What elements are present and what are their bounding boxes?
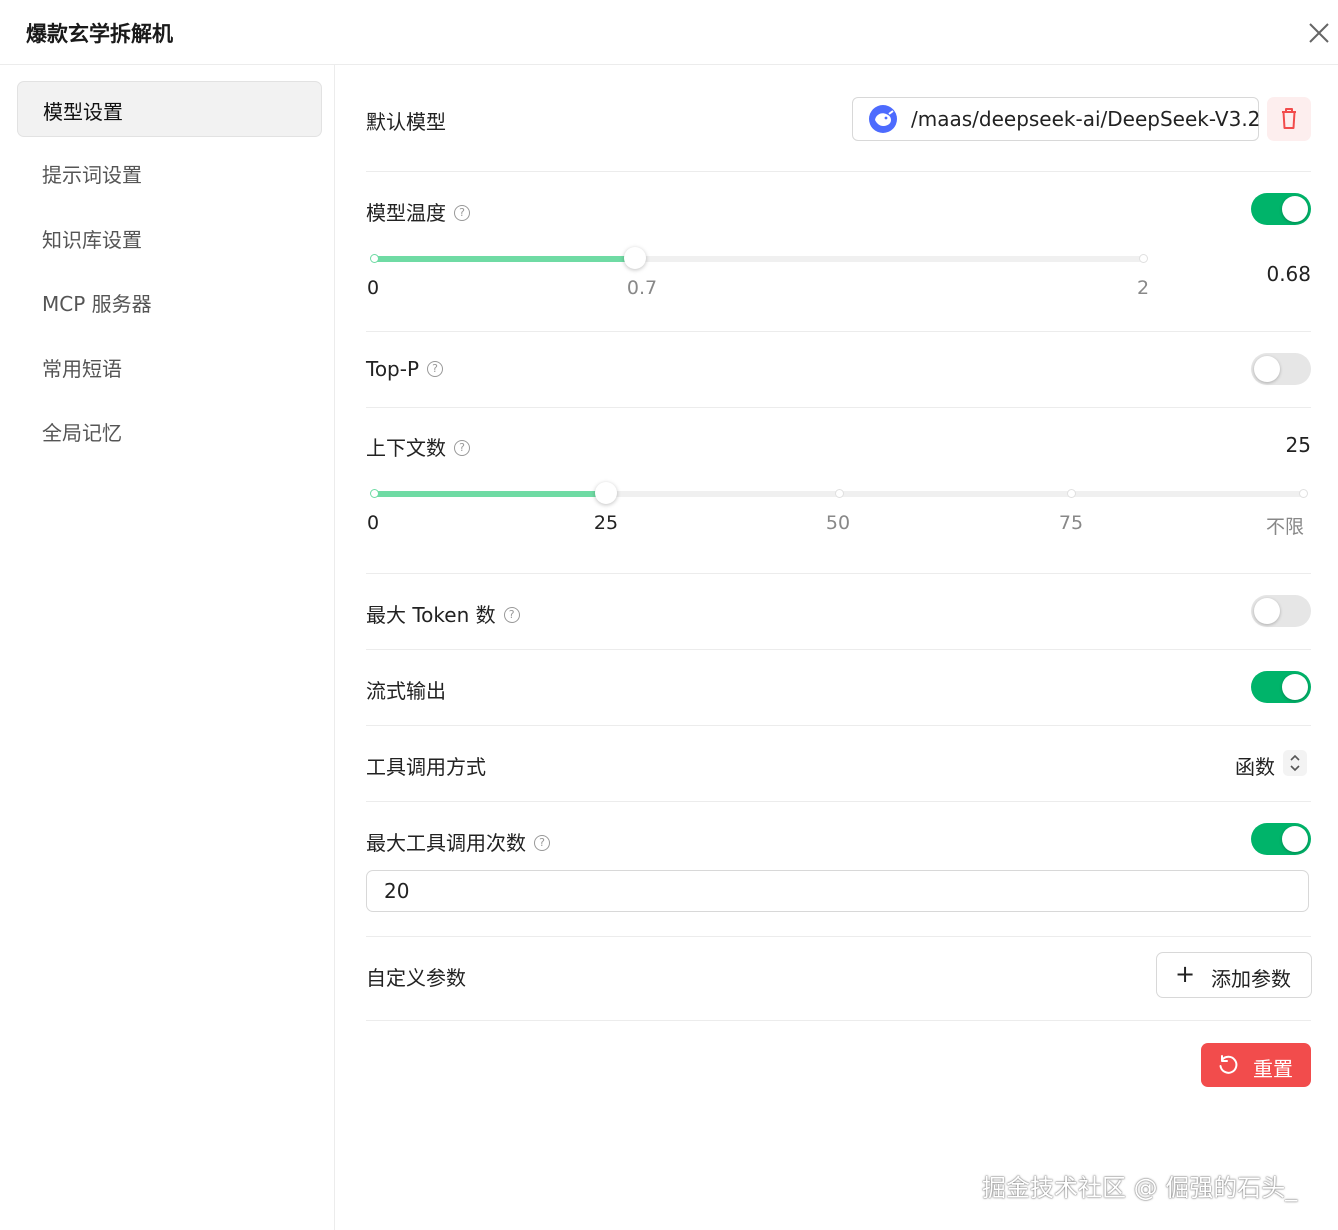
default-model-selector[interactable]: /maas/deepseek-ai/DeepSeek-V3.2	[852, 97, 1261, 141]
stream-output-label: 流式输出	[366, 679, 446, 703]
max-tokens-toggle[interactable]	[1251, 595, 1311, 627]
sidebar-item-quick-phrases[interactable]: 常用短语	[17, 339, 320, 393]
add-param-label: 添加参数	[1211, 967, 1291, 991]
dialog-title: 爆款玄学拆解机	[26, 22, 173, 46]
sidebar-item-mcp-servers[interactable]: MCP 服务器	[17, 274, 320, 328]
slider-tick-label: 2	[1136, 277, 1150, 299]
chevron-up-down-icon	[1283, 750, 1307, 776]
delete-model-button[interactable]	[1267, 97, 1311, 141]
help-icon[interactable]: ?	[427, 360, 444, 377]
sidebar-item-label: 全局记忆	[42, 421, 122, 445]
settings-content: 默认模型 /maas/deepseek-ai/DeepSeek-V3.2 模型温…	[335, 65, 1338, 1230]
max-tokens-label: 最大 Token 数?	[366, 599, 520, 628]
help-icon[interactable]: ?	[454, 439, 470, 456]
settings-sidebar: 模型设置 提示词设置 知识库设置 MCP 服务器 常用短语 全局记忆	[0, 65, 335, 1230]
slider-track-fill	[373, 491, 606, 497]
max-tool-calls-label: 最大工具调用次数?	[366, 827, 550, 856]
slider-tick-label: 50	[825, 512, 851, 534]
context-count-label: 上下文数?	[366, 432, 470, 461]
reset-label: 重置	[1253, 1057, 1293, 1081]
divider	[366, 936, 1311, 937]
sidebar-item-label: 知识库设置	[42, 228, 142, 252]
slider-tick-label: 0.7	[626, 277, 658, 299]
slider-mark	[1299, 489, 1308, 498]
close-icon[interactable]	[1304, 18, 1334, 48]
divider	[366, 573, 1311, 574]
trash-icon	[1282, 108, 1296, 129]
max-tool-calls-input[interactable]	[366, 870, 1309, 912]
help-icon[interactable]: ?	[534, 834, 550, 851]
divider	[366, 1020, 1311, 1021]
divider	[366, 649, 1311, 650]
slider-tick-label: 0	[366, 512, 380, 534]
sidebar-item-label: 模型设置	[43, 100, 123, 124]
divider	[366, 407, 1311, 408]
custom-params-label: 自定义参数	[366, 966, 466, 990]
sidebar-item-global-memory[interactable]: 全局记忆	[17, 403, 320, 457]
sidebar-item-knowledge-base[interactable]: 知识库设置	[17, 210, 320, 264]
stream-output-toggle[interactable]	[1251, 671, 1311, 703]
default-model-value: /maas/deepseek-ai/DeepSeek-V3.2	[911, 107, 1261, 131]
sidebar-item-model-settings[interactable]: 模型设置	[17, 81, 322, 137]
slider-track-fill	[373, 256, 635, 262]
help-icon[interactable]: ?	[454, 204, 470, 221]
temperature-toggle[interactable]	[1251, 193, 1311, 225]
sidebar-item-label: 提示词设置	[42, 163, 142, 187]
tool-call-mode-select[interactable]: 函数	[1233, 748, 1311, 780]
divider	[366, 171, 1311, 172]
slider-tick-label: 75	[1058, 512, 1084, 534]
divider	[366, 725, 1311, 726]
reset-icon	[1219, 1055, 1238, 1074]
slider-tick-label: 不限	[1265, 516, 1305, 538]
context-count-value: 25	[1285, 433, 1311, 457]
reset-button[interactable]: 重置	[1201, 1043, 1311, 1087]
slider-mark	[1067, 489, 1076, 498]
top-p-label: Top-P?	[366, 357, 444, 381]
temperature-value: 0.68	[1266, 262, 1311, 286]
divider	[366, 801, 1311, 802]
dialog-header: 爆款玄学拆解机	[0, 0, 1338, 65]
slider-tick-label: 0	[366, 277, 380, 299]
slider-mark	[370, 489, 379, 498]
slider-mark	[370, 254, 379, 263]
plus-icon: +	[1175, 960, 1196, 988]
context-count-slider-thumb[interactable]	[594, 482, 617, 504]
settings-dialog: 爆款玄学拆解机 模型设置 提示词设置 知识库设置 MCP 服务器 常用短语 全局…	[0, 0, 1338, 1230]
divider	[366, 331, 1311, 332]
sidebar-item-label: 常用短语	[42, 357, 122, 381]
temperature-slider[interactable]	[370, 247, 1148, 269]
tool-call-mode-value: 函数	[1235, 755, 1275, 779]
slider-mark	[835, 489, 844, 498]
deepseek-whale-icon	[869, 105, 897, 133]
sidebar-item-prompt-settings[interactable]: 提示词设置	[17, 145, 320, 199]
help-icon[interactable]: ?	[503, 606, 520, 623]
slider-tick-label: 25	[593, 512, 619, 534]
top-p-toggle[interactable]	[1251, 353, 1311, 385]
default-model-label: 默认模型	[366, 110, 446, 134]
tool-call-mode-label: 工具调用方式	[366, 755, 486, 779]
max-tool-calls-toggle[interactable]	[1251, 823, 1311, 855]
context-count-slider[interactable]	[370, 482, 1308, 504]
temperature-label: 模型温度?	[366, 197, 470, 226]
temperature-slider-thumb[interactable]	[623, 247, 646, 269]
watermark: 掘金技术社区 @ 倔强的石头_	[982, 1174, 1298, 1202]
slider-mark	[1139, 254, 1148, 263]
add-param-button[interactable]: + 添加参数	[1156, 952, 1312, 998]
sidebar-item-label: MCP 服务器	[42, 292, 152, 316]
